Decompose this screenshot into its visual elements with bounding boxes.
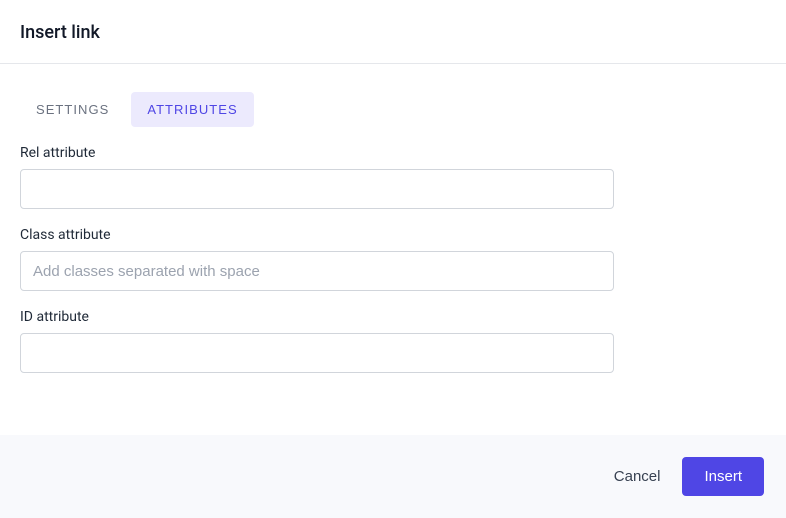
insert-button[interactable]: Insert [682, 457, 764, 496]
field-group-class: Class attribute [20, 227, 766, 291]
field-group-rel: Rel attribute [20, 145, 766, 209]
tab-attributes[interactable]: Attributes [131, 92, 253, 127]
class-label: Class attribute [20, 227, 766, 243]
class-input[interactable] [20, 251, 614, 291]
dialog-header: Insert link [0, 0, 786, 64]
cancel-button[interactable]: Cancel [610, 460, 665, 493]
tab-settings[interactable]: Settings [20, 92, 125, 127]
tabs-row: Settings Attributes [0, 76, 786, 127]
field-group-id: ID attribute [20, 309, 766, 373]
id-label: ID attribute [20, 309, 766, 325]
dialog-footer: Cancel Insert [0, 435, 786, 518]
rel-input[interactable] [20, 169, 614, 209]
rel-label: Rel attribute [20, 145, 766, 161]
dialog-title: Insert link [20, 22, 766, 43]
form-body: Rel attribute Class attribute ID attribu… [0, 127, 786, 373]
id-input[interactable] [20, 333, 614, 373]
